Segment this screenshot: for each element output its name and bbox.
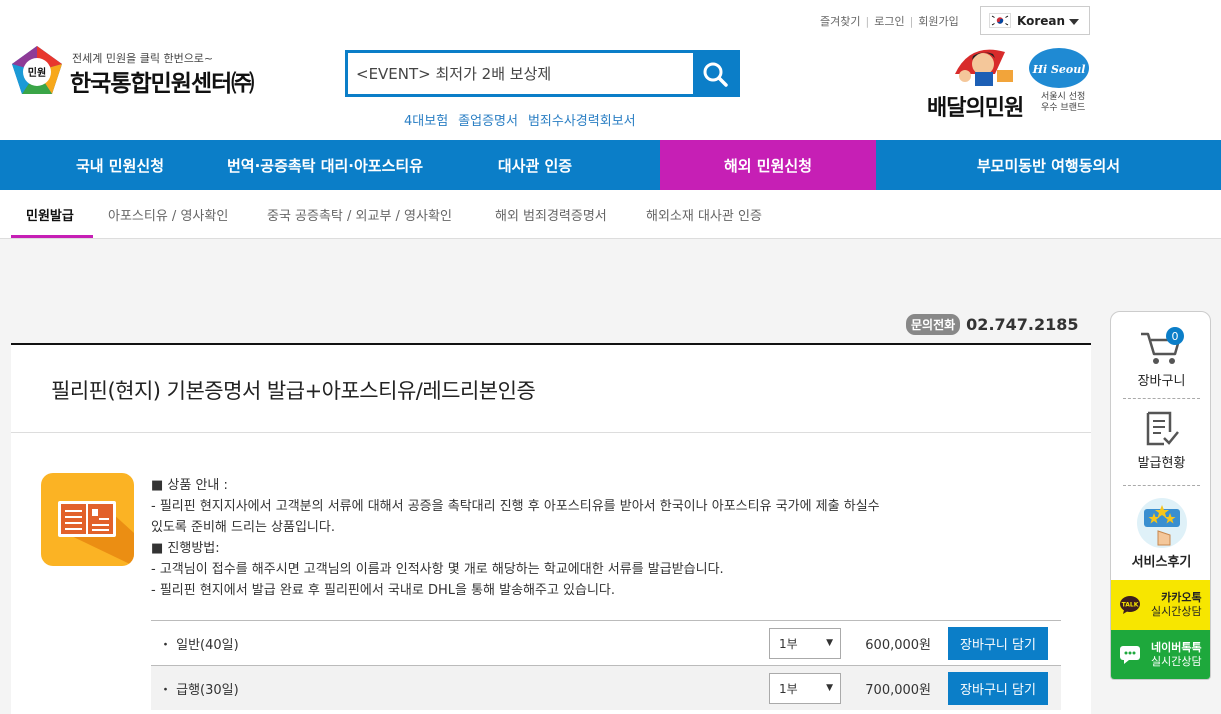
sub-nav: 민원발급 아포스티유 / 영사확인 중국 공증촉탁 / 외교부 / 영사확인 해… [0, 190, 1221, 239]
subnav-china-notary[interactable]: 중국 공증촉탁 / 외교부 / 영사확인 [267, 205, 452, 224]
nav-embassy[interactable]: 대사관 인증 [410, 140, 660, 190]
search-input[interactable] [348, 53, 696, 94]
cart-label: 장바구니 [1137, 374, 1186, 389]
search-button[interactable] [693, 53, 737, 94]
naver-talk-icon [1120, 646, 1140, 664]
product-panel: 필리핀(현지) 기본증명서 발급+아포스티유/레드리본인증 ■ 상품 안내 : … [11, 343, 1091, 714]
site-logo[interactable]: 민원 전세계 민원을 클릭 한번으로~ 한국통합민원센터㈜ [10, 44, 280, 100]
pentagon-logo-icon: 민원 [12, 46, 62, 94]
quick-links: 4대보험 졸업증명서 범죄수사경력회보서 [404, 110, 636, 129]
add-to-cart-button[interactable]: 장바구니 담기 [948, 672, 1048, 705]
subnav-embassy-cert[interactable]: 해외소재 대사관 인증 [646, 205, 762, 224]
nav-translation[interactable]: 번역·공증촉탁 대리·아포스티유 [227, 140, 423, 190]
issue-status-link[interactable]: 발급현황 [1111, 410, 1210, 475]
search-box [345, 50, 740, 97]
kakao-chat-label: 카카오톡 실시간상담 [1151, 591, 1202, 618]
quick-link-insurance[interactable]: 4대보험 [404, 110, 448, 129]
nav-travel-consent[interactable]: 부모미동반 여행동의서 [876, 140, 1221, 190]
subnav-issuance[interactable]: 민원발급 [26, 205, 74, 224]
hi-seoul-logo-icon: Hi Seoul [1029, 48, 1089, 88]
hero-mascot-icon [955, 49, 1013, 86]
quantity-select[interactable]: 1부 ▼ [769, 673, 841, 704]
document-list-icon [1146, 411, 1179, 446]
nav-overseas[interactable]: 해외 민원신청 [660, 140, 876, 190]
product-description: ■ 상품 안내 : - 필리핀 현지지사에서 고객분의 서류에 대해서 공증을 … [151, 475, 1031, 601]
subnav-criminal-record[interactable]: 해외 범죄경력증명서 [495, 205, 607, 224]
divider [11, 432, 1091, 433]
utility-links: 즐겨찾기 | 로그인 | 회원가입 [820, 13, 959, 29]
main-nav: 국내 민원신청 번역·공증촉탁 대리·아포스티유 대사관 인증 해외 민원신청 … [0, 140, 1221, 190]
logo-name: 한국통합민원센터㈜ [70, 71, 254, 97]
svg-text:TALK: TALK [1122, 602, 1139, 609]
naver-chat-label: 네이버톡톡 실시간상담 [1151, 641, 1202, 668]
option-price: 700,000원 [865, 683, 931, 698]
site-header: 즐겨찾기 | 로그인 | 회원가입 Korean 민원 전세계 민원을 클릭 한… [0, 0, 1221, 140]
svg-text:0: 0 [1171, 330, 1178, 343]
product-title: 필리핀(현지) 기본증명서 발급+아포스티유/레드리본인증 [51, 379, 536, 403]
quick-link-criminal-record[interactable]: 범죄수사경력회보서 [528, 110, 636, 129]
bookmark-link[interactable]: 즐겨찾기 [820, 13, 860, 29]
divider [1123, 485, 1200, 486]
cart-link[interactable]: 0 장바구니 [1111, 326, 1210, 396]
svg-text:Hi Seoul: Hi Seoul [1032, 63, 1086, 76]
desc-line: - 필리핀 현지지사에서 고객분의 서류에 대해서 공증을 촉탁대리 진행 후 … [151, 499, 880, 514]
language-select[interactable]: Korean [980, 6, 1090, 35]
quick-link-graduation[interactable]: 졸업증명서 [458, 110, 518, 129]
signup-link[interactable]: 회원가입 [918, 13, 958, 29]
chevron-down-icon: ▼ [826, 638, 833, 648]
kakao-talk-icon: TALK [1120, 596, 1140, 614]
subnav-apostille[interactable]: 아포스티유 / 영사확인 [108, 205, 228, 224]
issue-status-label: 발급현황 [1137, 456, 1186, 471]
login-link[interactable]: 로그인 [874, 13, 904, 29]
option-name: ・ 일반(40일) [159, 638, 239, 653]
search-icon [703, 62, 728, 87]
desc-line: - 고객님이 접수를 해주시면 고객님의 이름과 인적사항 몇 개로 해당하는 … [151, 562, 724, 577]
review-label: 서비스후기 [1131, 555, 1192, 570]
language-label: Korean [1017, 13, 1066, 28]
kakao-chat-button[interactable]: TALK 카카오톡 실시간상담 [1111, 580, 1210, 630]
contact-phone: 문의전화 02.747.2185 [906, 314, 1079, 335]
cart-icon: 0 [1140, 327, 1184, 364]
svg-text:민원: 민원 [28, 66, 46, 79]
contact-badge: 문의전화 [906, 314, 961, 335]
desc-heading: ■ 상품 안내 : [151, 478, 228, 493]
promo-subtitle: 서울시 선정 우수 브랜드 [1041, 92, 1086, 113]
desc-line: 있도록 준비해 드리는 상품입니다. [151, 520, 335, 535]
document-icon [41, 473, 134, 566]
naver-chat-button[interactable]: 네이버톡톡 실시간상담 [1111, 630, 1210, 679]
desc-line: - 필리핀 현지에서 발급 완료 후 필리핀에서 국내로 DHL을 통해 발송해… [151, 583, 616, 598]
chevron-down-icon [1069, 19, 1079, 25]
divider [1123, 398, 1200, 399]
promo-banner[interactable]: Hi Seoul 배달의민원 서울시 선정 우수 브랜드 [925, 44, 1095, 121]
korea-flag-icon [989, 13, 1011, 28]
option-row: ・ 일반(40일) 1부 ▼ 600,000원 장바구니 담기 [151, 620, 1061, 665]
quantity-select[interactable]: 1부 ▼ [769, 628, 841, 659]
add-to-cart-button[interactable]: 장바구니 담기 [948, 627, 1048, 660]
promo-title: 배달의민원 [927, 96, 1024, 121]
star-review-icon [1136, 498, 1187, 548]
option-price: 600,000원 [865, 638, 931, 653]
option-row: ・ 급행(30일) 1부 ▼ 700,000원 장바구니 담기 [151, 665, 1061, 710]
option-name: ・ 급행(30일) [159, 683, 239, 698]
quick-sidebar: 0 장바구니 발급현황 서비스후기 TALK 카카오톡 실시간상담 네이버톡톡 … [1110, 311, 1211, 680]
active-tab-indicator [11, 235, 93, 238]
divider: | [865, 14, 870, 28]
chevron-down-icon: ▼ [826, 683, 833, 693]
divider: | [909, 14, 914, 28]
desc-heading: ■ 진행방법: [151, 541, 220, 556]
contact-number[interactable]: 02.747.2185 [966, 315, 1078, 334]
nav-domestic[interactable]: 국내 민원신청 [0, 140, 240, 190]
review-link[interactable]: 서비스후기 [1111, 497, 1210, 572]
